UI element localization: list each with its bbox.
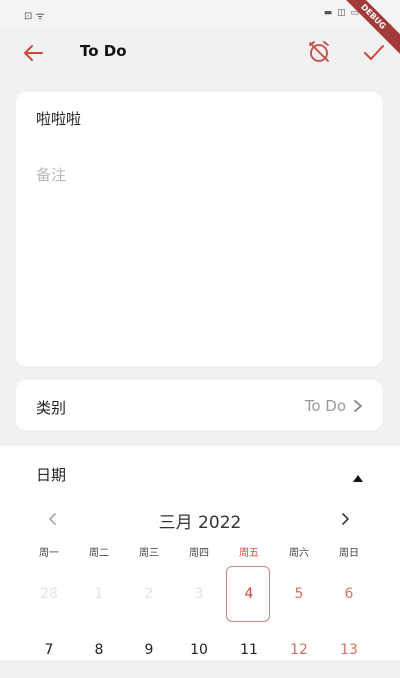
- collapse-triangle-icon[interactable]: [353, 467, 363, 482]
- date-section: 日期 三月 2022 周一 周二 周三 周四 周五 周六 周日 28 1 2 3 4 5 6 7 8 9 10…: [0, 446, 400, 660]
- category-label: 类别: [36, 399, 67, 417]
- calendar-day[interactable]: 13: [324, 622, 374, 678]
- calendar-weekday-label: 周一: [39, 548, 59, 559]
- calendar-weekday-label: 周日: [339, 548, 359, 559]
- calendar-header: 三月 2022: [0, 504, 400, 534]
- calendar-day-selected[interactable]: 4: [224, 566, 274, 622]
- calendar-weekday-row: 周一 周二 周三 周四 周五 周六 周日: [24, 544, 374, 562]
- calendar-day[interactable]: 1: [74, 566, 124, 622]
- calendar-weekday-label: 周五: [239, 548, 259, 559]
- status-bar: ⊡ ᯤ ▬ ◫ ▭: [0, 0, 400, 26]
- calendar-day[interactable]: 12: [274, 622, 324, 678]
- calendar-day[interactable]: 3: [174, 566, 224, 622]
- calendar-week-row: 28 1 2 3 4 5 6: [24, 566, 374, 622]
- date-label: 日期: [36, 466, 67, 484]
- app-bar: To Do: [0, 26, 400, 80]
- calendar-day[interactable]: 9: [124, 622, 174, 678]
- category-value: To Do: [304, 397, 346, 415]
- calendar-day[interactable]: 5: [274, 566, 324, 622]
- calendar-weekday-label: 周三: [139, 548, 159, 559]
- alarm-off-icon[interactable]: [306, 39, 332, 65]
- calendar-weekday-label: 周四: [189, 548, 209, 559]
- calendar-day[interactable]: 28: [24, 566, 74, 622]
- confirm-check-icon[interactable]: [362, 40, 386, 64]
- calendar-day[interactable]: 6: [324, 566, 374, 622]
- calendar-day[interactable]: 7: [24, 622, 74, 678]
- page-title: To Do: [80, 42, 127, 60]
- chevron-right-icon[interactable]: [338, 511, 352, 527]
- calendar-week-row: 7 8 9 10 11 12 13: [24, 622, 374, 678]
- status-icons-left: ⊡ ᯤ: [24, 11, 45, 22]
- calendar-day[interactable]: 10: [174, 622, 224, 678]
- back-arrow-icon[interactable]: [20, 40, 46, 66]
- todo-note-input[interactable]: 备注: [36, 164, 66, 185]
- todo-editor-card: 啦啦啦 备注: [16, 92, 382, 366]
- calendar-weekday-label: 周六: [289, 548, 309, 559]
- calendar-weekday-label: 周二: [89, 548, 109, 559]
- calendar-day[interactable]: 8: [74, 622, 124, 678]
- todo-title-input[interactable]: 啦啦啦: [36, 108, 81, 129]
- calendar-day[interactable]: 11: [224, 622, 274, 678]
- calendar-day[interactable]: 2: [124, 566, 174, 622]
- chevron-right-icon: [352, 398, 364, 412]
- status-icons-right: ▬ ◫ ▭: [323, 8, 360, 18]
- category-row[interactable]: 类别 To Do: [16, 380, 382, 430]
